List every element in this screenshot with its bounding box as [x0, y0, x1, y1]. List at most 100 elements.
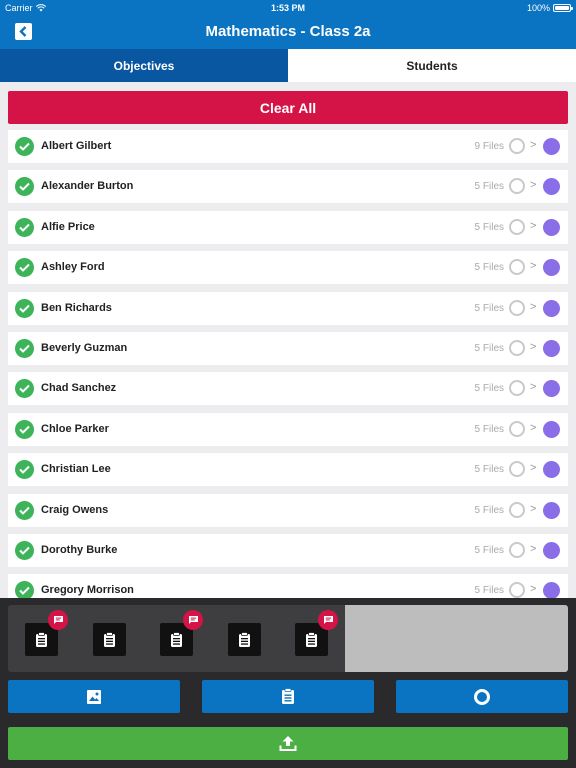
- status-dot[interactable]: [543, 461, 560, 479]
- student-name: Beverly Guzman: [41, 342, 128, 354]
- student-name: Ben Richards: [41, 301, 112, 314]
- check-icon: [15, 339, 34, 358]
- record-button[interactable]: [396, 680, 568, 713]
- select-radio[interactable]: [509, 299, 525, 316]
- select-radio[interactable]: [509, 138, 525, 154]
- upload-button[interactable]: [8, 727, 568, 760]
- select-radio[interactable]: [509, 178, 525, 195]
- student-row[interactable]: Gregory Morrison 5 Files >: [8, 574, 568, 600]
- comment-badge: [183, 610, 203, 630]
- student-name: Alexander Burton: [41, 180, 134, 193]
- status-dot[interactable]: [543, 178, 560, 196]
- row-arrow: >: [530, 583, 537, 596]
- file-count: 5 Files: [474, 464, 504, 476]
- file-count: 5 Files: [474, 262, 504, 274]
- student-name: Craig Owens: [41, 503, 109, 516]
- student-row[interactable]: Christian Lee 5 Files >: [8, 453, 568, 487]
- tray-empty-area: [345, 605, 568, 672]
- file-count: 9 Files: [474, 141, 504, 152]
- status-dot[interactable]: [543, 138, 560, 155]
- student-row[interactable]: Beverly Guzman 5 Files >: [8, 332, 568, 365]
- add-note-button[interactable]: [202, 680, 374, 713]
- battery-icon: [553, 4, 573, 12]
- comment-icon: [323, 616, 333, 624]
- file-count: 5 Files: [474, 383, 504, 395]
- status-dot[interactable]: [543, 542, 560, 559]
- clipboard-icon: [103, 631, 115, 647]
- student-row[interactable]: Craig Owens 5 Files >: [8, 493, 568, 527]
- clear-all-button[interactable]: Clear All: [8, 91, 568, 124]
- tab-bar: Objectives Students: [0, 49, 576, 82]
- row-arrow: >: [530, 341, 537, 353]
- clipboard-icon: [282, 688, 294, 704]
- student-row[interactable]: Chloe Parker 5 Files >: [8, 412, 568, 446]
- row-arrow: >: [530, 219, 537, 232]
- tab-students[interactable]: Students: [288, 49, 576, 82]
- check-icon: [15, 177, 34, 197]
- student-row[interactable]: Ben Richards 5 Files >: [8, 291, 568, 325]
- row-arrow: >: [530, 543, 537, 555]
- select-radio[interactable]: [509, 542, 525, 558]
- select-radio[interactable]: [509, 218, 525, 235]
- student-name: Chloe Parker: [41, 422, 109, 435]
- image-icon: [87, 689, 101, 704]
- clock: 1:53 PM: [270, 3, 305, 13]
- comment-badge: [318, 610, 338, 630]
- page-title: Mathematics - Class 2a: [205, 23, 371, 40]
- upload-icon: [279, 736, 297, 751]
- status-dot[interactable]: [543, 218, 560, 236]
- student-row[interactable]: Chad Sanchez 5 Files >: [8, 372, 568, 406]
- select-radio[interactable]: [509, 501, 525, 518]
- file-count: 5 Files: [474, 181, 504, 193]
- comment-icon: [188, 616, 198, 624]
- student-name: Ashley Ford: [41, 261, 105, 274]
- status-dot[interactable]: [543, 380, 560, 398]
- file-count: 5 Files: [474, 302, 504, 314]
- row-arrow: >: [530, 179, 537, 192]
- file-count: 5 Files: [474, 545, 504, 556]
- check-icon: [15, 460, 34, 480]
- clipboard-icon: [36, 631, 47, 647]
- file-count: 5 Files: [474, 585, 504, 597]
- tab-objectives[interactable]: Objectives: [0, 49, 288, 82]
- check-icon: [15, 298, 34, 318]
- file-count: 5 Files: [474, 423, 504, 435]
- add-image-button[interactable]: [8, 680, 180, 713]
- row-arrow: >: [530, 139, 537, 151]
- file-count: 5 Files: [474, 221, 504, 233]
- check-icon: [15, 541, 34, 560]
- student-row[interactable]: Alfie Price 5 Files >: [8, 210, 568, 244]
- status-dot[interactable]: [543, 420, 560, 438]
- student-name: Chad Sanchez: [41, 382, 117, 395]
- status-dot[interactable]: [543, 582, 560, 600]
- check-icon: [15, 258, 34, 278]
- select-radio[interactable]: [509, 420, 525, 437]
- student-name: Alfie Price: [41, 220, 95, 233]
- clipboard-icon: [238, 631, 250, 647]
- student-row[interactable]: Alexander Burton 5 Files >: [8, 170, 568, 204]
- student-row[interactable]: Ashley Ford 5 Files >: [8, 251, 568, 285]
- status-dot[interactable]: [543, 340, 560, 357]
- select-radio[interactable]: [509, 461, 525, 478]
- clipboard-icon: [171, 631, 182, 647]
- status-dot[interactable]: [543, 501, 560, 519]
- select-radio[interactable]: [509, 259, 525, 276]
- select-radio[interactable]: [509, 340, 525, 356]
- row-arrow: >: [530, 502, 537, 515]
- status-dot[interactable]: [543, 259, 560, 277]
- file-count: 5 Files: [474, 343, 504, 354]
- select-radio[interactable]: [509, 380, 525, 397]
- attachment-thumbnail[interactable]: [227, 623, 261, 656]
- status-bar: Carrier 1:53 PM 100%: [0, 0, 576, 16]
- status-dot[interactable]: [543, 299, 560, 317]
- student-name: Dorothy Burke: [41, 544, 118, 556]
- student-row[interactable]: Albert Gilbert 9 Files >: [8, 130, 568, 163]
- check-icon: [15, 217, 34, 237]
- check-icon: [15, 137, 34, 156]
- select-radio[interactable]: [509, 582, 525, 599]
- row-arrow: >: [530, 421, 537, 434]
- circle-icon: [474, 688, 490, 705]
- attachment-thumbnail[interactable]: [92, 623, 126, 656]
- student-row[interactable]: Dorothy Burke 5 Files >: [8, 534, 568, 567]
- file-count: 5 Files: [474, 504, 504, 516]
